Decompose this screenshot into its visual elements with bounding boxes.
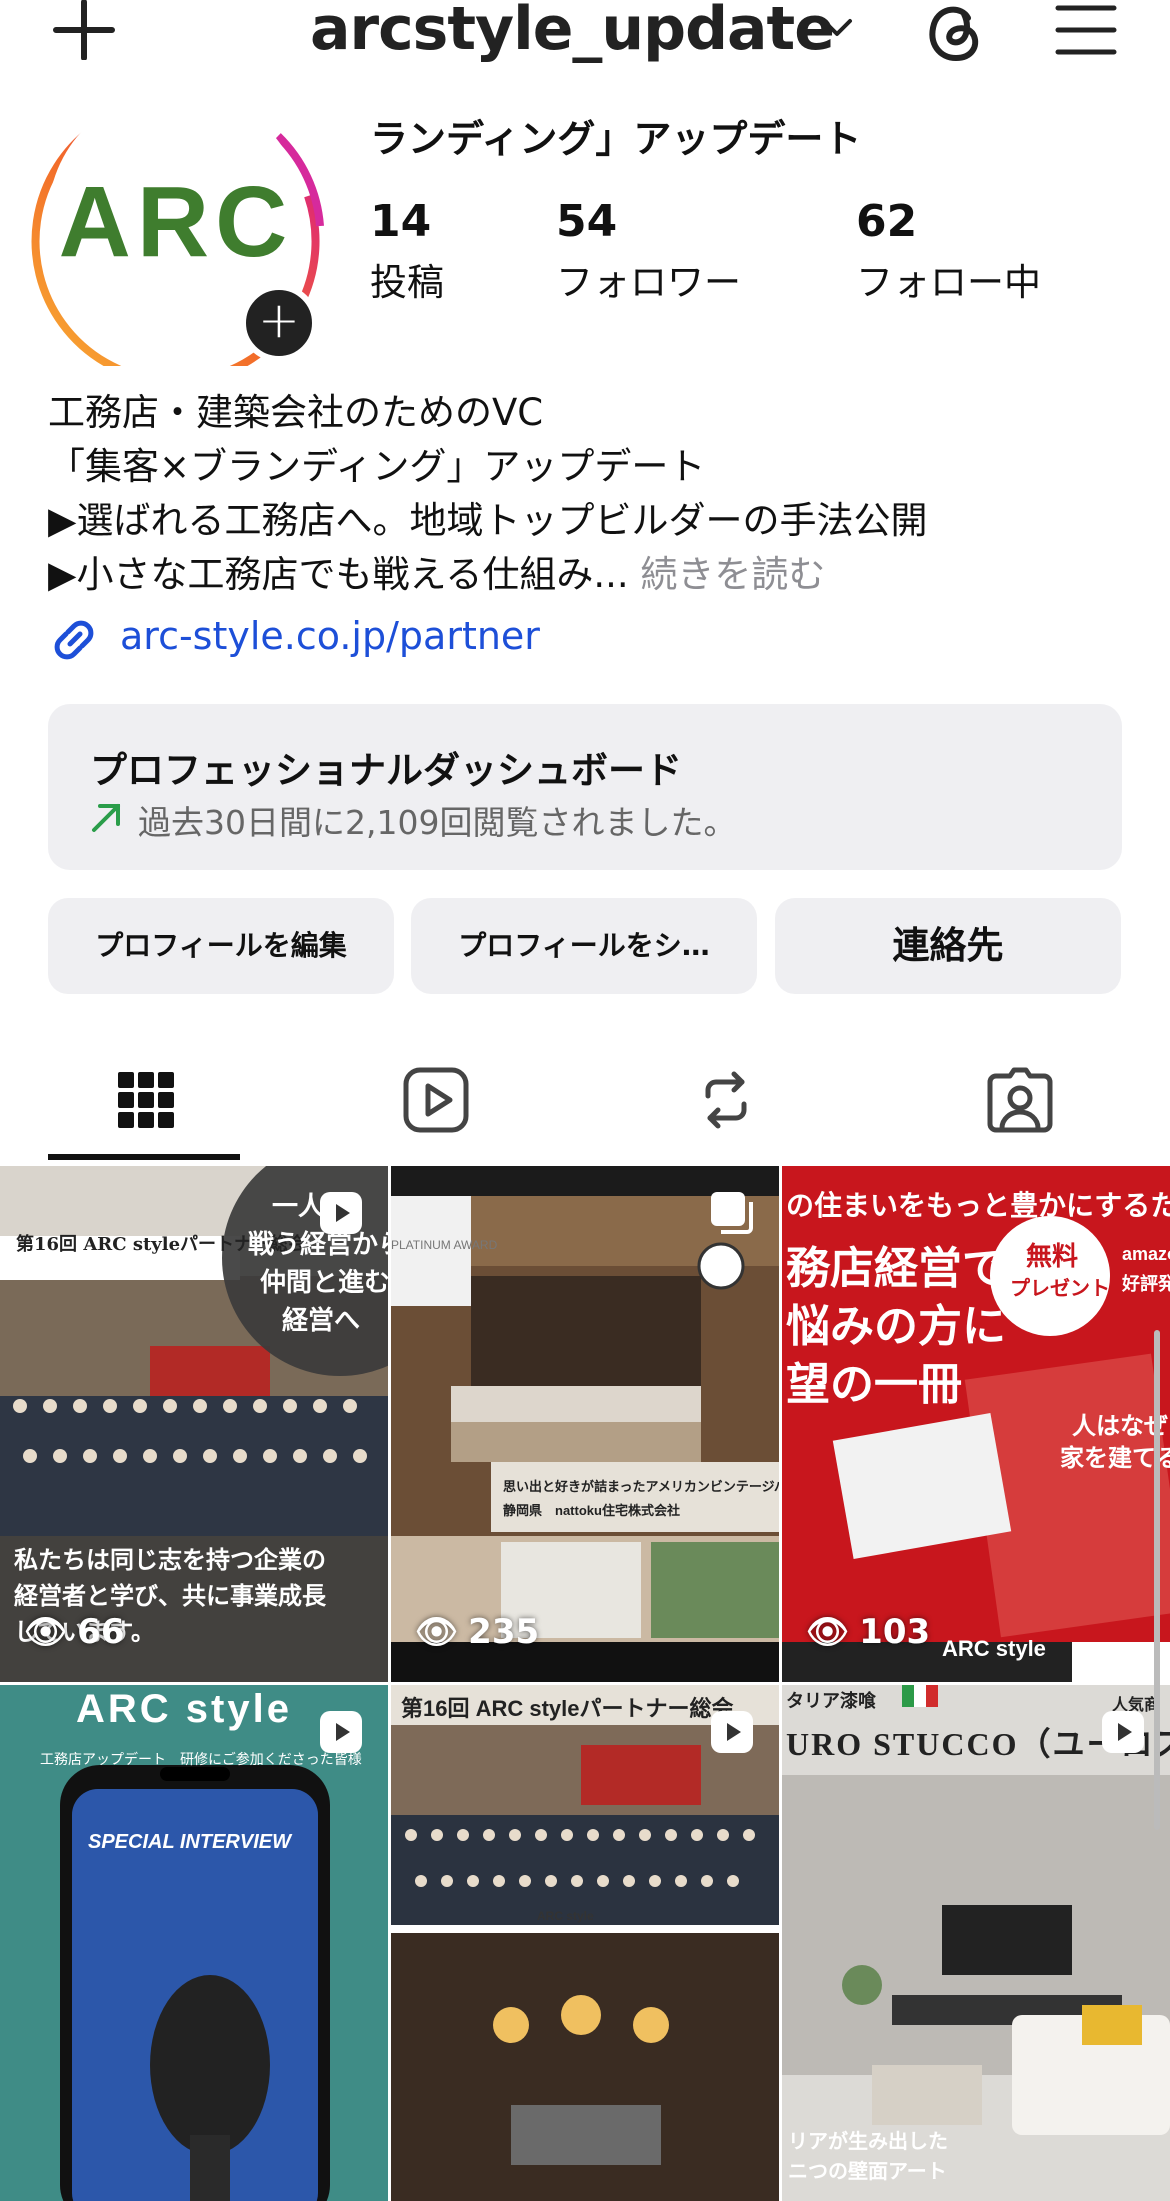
views-count: 235 [468,1612,540,1652]
reel-badge-icon [320,1711,362,1753]
bio-line-text: ▶小さな工務店でも戦える仕組み... [48,553,641,596]
multi-photo-badge-icon [711,1192,753,1234]
post-2-overlay: 静岡県 nattoku住宅株式会社 [503,1503,680,1518]
bio-line: 工務店・建築会社のためのVC [48,391,544,434]
following-count[interactable]: 62 [856,196,917,247]
reposts-tab-icon[interactable] [686,1060,766,1140]
post-2-award: PLATINUM AWARD [391,1238,498,1252]
threads-icon[interactable] [918,0,988,66]
post-4-subtitle: 工務店アップデート 研修にご参加くださった皆様 [40,1751,362,1767]
post-2-overlay: 思い出と好きが詰まったアメリカンビンテージハウ [503,1479,779,1494]
post-3-views: 👁 103 [806,1612,930,1652]
dashboard-title: プロフェッショナルダッシュボード [90,749,682,792]
profile-name-line: ランディング」アップデート [370,117,862,161]
reel-badge-icon [320,1192,362,1234]
grid-tab-icon[interactable] [106,1060,186,1140]
account-username[interactable]: arcstyle_update [310,0,835,64]
post-5-sign: ARC style [537,1909,594,1923]
eye-icon: 👁 [415,1612,459,1652]
post-5-image [391,1685,779,2201]
post-4-title: ARC style [76,1687,292,1731]
post-3-badge: プレゼント [1010,1276,1110,1300]
hamburger-menu-icon[interactable] [1054,0,1118,58]
eye-icon: 👁 [24,1612,68,1652]
post-3-title: 望の一冊 [786,1359,962,1410]
views-count: 66 [77,1612,125,1652]
post-3-headline: の住まいをもっと豊かにするため [786,1189,1170,1222]
post-3-title: 務店経営で [786,1243,1006,1294]
views-count: 103 [859,1612,931,1652]
post-3-badge: 無料 [1026,1242,1079,1272]
add-story-plus-icon[interactable]: + [240,284,318,362]
scrollbar[interactable] [1154,1330,1160,1830]
grid-post-2[interactable]: PLATINUM AWARD 思い出と好きが詰まったアメリカンビンテージハウ 静… [391,1166,779,1682]
grid-post-3[interactable]: の住まいをもっと豊かにするため 務店経営で 悩みの方に 望の一冊 無料 プレゼン… [782,1166,1170,1682]
post-5-banner: 第16回 ARC styleパートナー総会 [401,1696,734,1721]
grid-post-4[interactable]: ARC style 工務店アップデート 研修にご参加くださった皆様 SPECIA… [0,1685,388,2201]
post-1-caption: 仲間と進む [260,1268,388,1298]
followers-label[interactable]: フォロワー [556,252,741,306]
reel-badge-icon [711,1711,753,1753]
post-1-views: 👁 66 [24,1612,125,1652]
post-6-footer: リアが生み出した [788,2129,948,2153]
eye-icon: 👁 [806,1612,850,1652]
post-6-headline: タリア漆喰 [786,1691,876,1711]
avatar-logo-text: ARC [59,166,294,278]
link-icon [54,620,94,660]
post-3-amazon: 好評発 [1122,1274,1170,1294]
trend-up-arrow-icon [92,804,120,832]
post-3-title: 悩みの方に [786,1301,1006,1352]
post-6-footer: ニつの壁面アート [788,2159,947,2183]
followers-count[interactable]: 54 [556,196,617,247]
following-label[interactable]: フォロー中 [856,252,1041,306]
post-2-views: 👁 235 [415,1612,539,1652]
read-more-link[interactable]: 続きを読む [640,553,825,596]
post-1-text: 私たちは同じ志を持つ企業の [14,1545,326,1574]
edit-profile-button[interactable]: プロフィールを編集 [48,898,394,994]
post-3-brand: ARC style [942,1636,1046,1661]
dashboard-views-summary: 過去30日間に2,109回閲覧されました。 [138,803,737,842]
professional-dashboard-card[interactable]: プロフェッショナルダッシュボード 過去30日間に2,109回閲覧されました。 [48,704,1122,870]
post-3-amazon: amazo [1122,1244,1170,1264]
post-4-interview: SPECIAL INTERVIEW [88,1831,291,1853]
post-1-caption: 経営へ [282,1306,361,1336]
share-profile-button[interactable]: プロフィールをシ… [411,898,757,994]
bio-line: ▶小さな工務店でも戦える仕組み... 続きを読む [48,544,825,598]
grid-post-1[interactable]: 第16回 ARC styleパートナー総会 一人で 戦う経営から 仲間と進む 経… [0,1166,388,1682]
posts-label[interactable]: 投稿 [370,252,444,306]
bio-line: 「集客×ブランディング」アップデート [48,445,706,488]
active-tab-indicator [48,1154,240,1160]
chevron-down-icon[interactable] [820,16,854,40]
bio-line: ▶選ばれる工務店へ。地域トップビルダーの手法公開 [48,499,928,542]
new-post-plus-icon[interactable] [48,0,120,60]
grid-post-5[interactable]: 第16回 ARC styleパートナー総会 ARC style [391,1685,779,2201]
grid-post-6[interactable]: タリア漆喰 人気商 URO STUCCO（ユーロス リアが生み出した ニつの壁面… [782,1685,1170,2201]
profile-website-link[interactable]: arc-style.co.jp/partner [120,614,540,658]
reels-tab-icon[interactable] [396,1060,476,1140]
contact-button[interactable]: 連絡先 [775,898,1121,994]
tagged-tab-icon[interactable] [980,1060,1060,1140]
italy-flag-icon [902,1685,938,1707]
post-1-text: 経営者と学び、共に事業成長 [14,1581,326,1610]
reel-badge-icon [1102,1711,1144,1753]
posts-count[interactable]: 14 [370,196,431,247]
